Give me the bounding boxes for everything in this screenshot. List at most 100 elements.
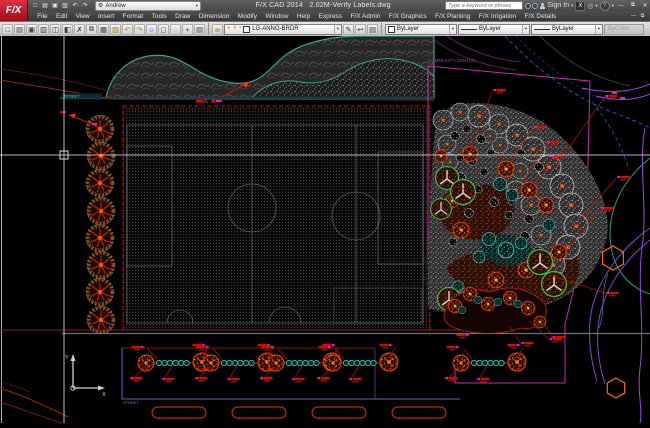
qat-redo-icon[interactable]: ↷ [81, 2, 89, 10]
help-icon[interactable]: ? [600, 1, 610, 11]
menu-tools[interactable]: Tools [147, 13, 171, 20]
parking-islands [152, 407, 446, 418]
ucs-icon: Y X [65, 354, 106, 398]
menu-window[interactable]: Window [261, 13, 293, 20]
minimize-button[interactable]: — [616, 2, 626, 10]
street-top-label: STREET [64, 94, 80, 99]
help-caret-icon[interactable]: ▾ [612, 3, 614, 9]
app-title: F/X CAD 2014 [256, 2, 304, 9]
close-button[interactable]: ✕ [640, 2, 650, 10]
app-logo[interactable]: F/X [0, 0, 28, 21]
sign-in-caret-icon[interactable]: ▾ [571, 3, 573, 9]
linetype-dropdown[interactable]: ByLayer ▾ [458, 24, 530, 35]
color-dropdown[interactable]: ByLayer ▾ [385, 24, 457, 35]
color-caret-icon[interactable]: ▾ [449, 25, 454, 34]
menu-fx-admin[interactable]: F/X Admin [346, 13, 384, 20]
toolbar-row: □ ▤ ▣ ▥ ◫ ◧ ✗ ⧉ ▦ ▨ ↶ ↷ ○ ◻ ◌ + ▤ ≣ ● ☀ … [0, 21, 650, 36]
layer-dropdown[interactable]: ● ☀ ▪ LG-ANNO-BRDR ▾ [224, 24, 342, 35]
layer-caret-icon[interactable]: ▾ [334, 25, 339, 34]
qat-new-icon[interactable]: □ [31, 2, 39, 10]
search-input[interactable] [445, 1, 523, 10]
qat-print-icon[interactable]: ▥ [61, 2, 69, 10]
layer-lock-icon[interactable]: ▪ [239, 26, 241, 32]
layer-on-icon[interactable]: ● [227, 26, 230, 32]
ucs-x-label: X [102, 392, 106, 398]
toolbar-separator [208, 23, 209, 35]
menu-fx-details[interactable]: F/X Details [520, 13, 560, 20]
plot-preview-icon[interactable]: ◫ [50, 24, 61, 35]
toolbar-separator [381, 23, 382, 35]
communication-center-icon[interactable]: ◎ [587, 2, 593, 10]
doc-restore-button[interactable]: ⧉ [638, 13, 647, 20]
document-title: 2.02M-Verify Labels.dwg [310, 2, 391, 9]
undo-icon[interactable]: ↶ [122, 24, 133, 35]
qat-undo-icon[interactable]: ↶ [71, 2, 79, 10]
layer-color-swatch [243, 26, 250, 33]
menu-view[interactable]: View [71, 13, 93, 20]
menu-dimension[interactable]: Dimension [195, 13, 234, 20]
restore-button[interactable]: ⧉ [628, 2, 638, 10]
new-icon[interactable]: □ [2, 24, 13, 35]
open-icon[interactable]: ▤ [14, 24, 25, 35]
zoom-window-icon[interactable]: ◻ [158, 24, 169, 35]
menu-help[interactable]: Help [293, 13, 315, 20]
exchange-apps-icon[interactable]: X [575, 1, 585, 11]
menu-fx-planting[interactable]: F/X Planting [431, 13, 475, 20]
zoom-previous-icon[interactable]: ◌ [170, 24, 181, 35]
menu-bar: File Edit View Insert Format Tools Draw … [0, 11, 650, 21]
cut-icon[interactable]: ✗ [74, 24, 85, 35]
color-value: ByLayer [397, 26, 419, 32]
publish-icon[interactable]: ◧ [62, 24, 73, 35]
qat-save-icon[interactable]: ▣ [51, 2, 59, 10]
turf-sports-field [123, 106, 430, 330]
layer-previous-icon[interactable]: ↩ [355, 24, 366, 35]
doc-minimize-button[interactable]: — [629, 13, 638, 20]
drawing-canvas[interactable]: STREET [0, 36, 650, 423]
lineweight-sample [534, 29, 550, 30]
workspace-dropdown[interactable]: ⚙ Andrew ▾ [95, 1, 201, 11]
lineweight-caret-icon[interactable]: ▾ [595, 25, 600, 34]
sign-in-link[interactable]: Sign In [547, 2, 569, 9]
drawing-svg[interactable]: STREET [0, 36, 650, 423]
properties-icon[interactable]: ▤ [194, 24, 205, 35]
save-icon[interactable]: ▣ [26, 24, 37, 35]
color-swatch [388, 26, 395, 33]
ucs-y-label: Y [65, 355, 69, 361]
menu-modify[interactable]: Modify [234, 13, 262, 20]
zoom-realtime-icon[interactable]: ○ [146, 24, 157, 35]
hatch-groundcover-region [106, 36, 434, 103]
paste-icon[interactable]: ▦ [98, 24, 109, 35]
title-bar: F/X □ ▤ ▣ ▥ ↶ ↷ ⚙ Andrew ▾ F/X CAD 2014 … [0, 0, 650, 11]
menu-express[interactable]: Express [314, 13, 346, 20]
document-window-buttons: — ⧉ [629, 13, 650, 20]
qat-open-icon[interactable]: ▤ [41, 2, 49, 10]
lineweight-dropdown[interactable]: ByLayer ▾ [531, 24, 603, 35]
linetype-caret-icon[interactable]: ▾ [522, 25, 527, 34]
menu-format[interactable]: Format [118, 13, 147, 20]
make-object-layer-current-icon[interactable]: ✎ [343, 24, 354, 35]
pan-icon[interactable]: + [182, 24, 193, 35]
plot-icon[interactable]: ▥ [38, 24, 49, 35]
layer-states-icon[interactable]: ▤ [367, 24, 378, 35]
street-bottom-label: STREET [123, 400, 139, 405]
menu-fx-irrigation[interactable]: F/X Irrigation [475, 13, 521, 20]
layer-manager-icon[interactable]: ≣ [212, 24, 223, 35]
menu-insert[interactable]: Insert [94, 13, 119, 20]
menu-fx-graphics[interactable]: F/X Graphics [385, 13, 431, 20]
menu-edit[interactable]: Edit [52, 13, 72, 20]
menu-file[interactable]: File [33, 13, 52, 20]
lineweight-value: ByLayer [552, 26, 574, 32]
gear-icon: ⚙ [98, 2, 103, 9]
match-properties-icon[interactable]: ▨ [110, 24, 121, 35]
chevron-down-icon: ▾ [196, 3, 198, 9]
tree-row-left [60, 111, 115, 334]
comm-caret-icon[interactable]: ▾ [595, 3, 597, 9]
menu-draw[interactable]: Draw [171, 13, 195, 20]
redo-icon[interactable]: ↷ [134, 24, 145, 35]
layer-freeze-icon[interactable]: ☀ [232, 26, 237, 32]
plot-style-dropdown: ByColor [604, 24, 644, 35]
search-icon[interactable] [525, 3, 538, 9]
linetype-sample [461, 29, 477, 30]
user-icon [540, 3, 545, 9]
copy-icon[interactable]: ⧉ [86, 24, 97, 35]
